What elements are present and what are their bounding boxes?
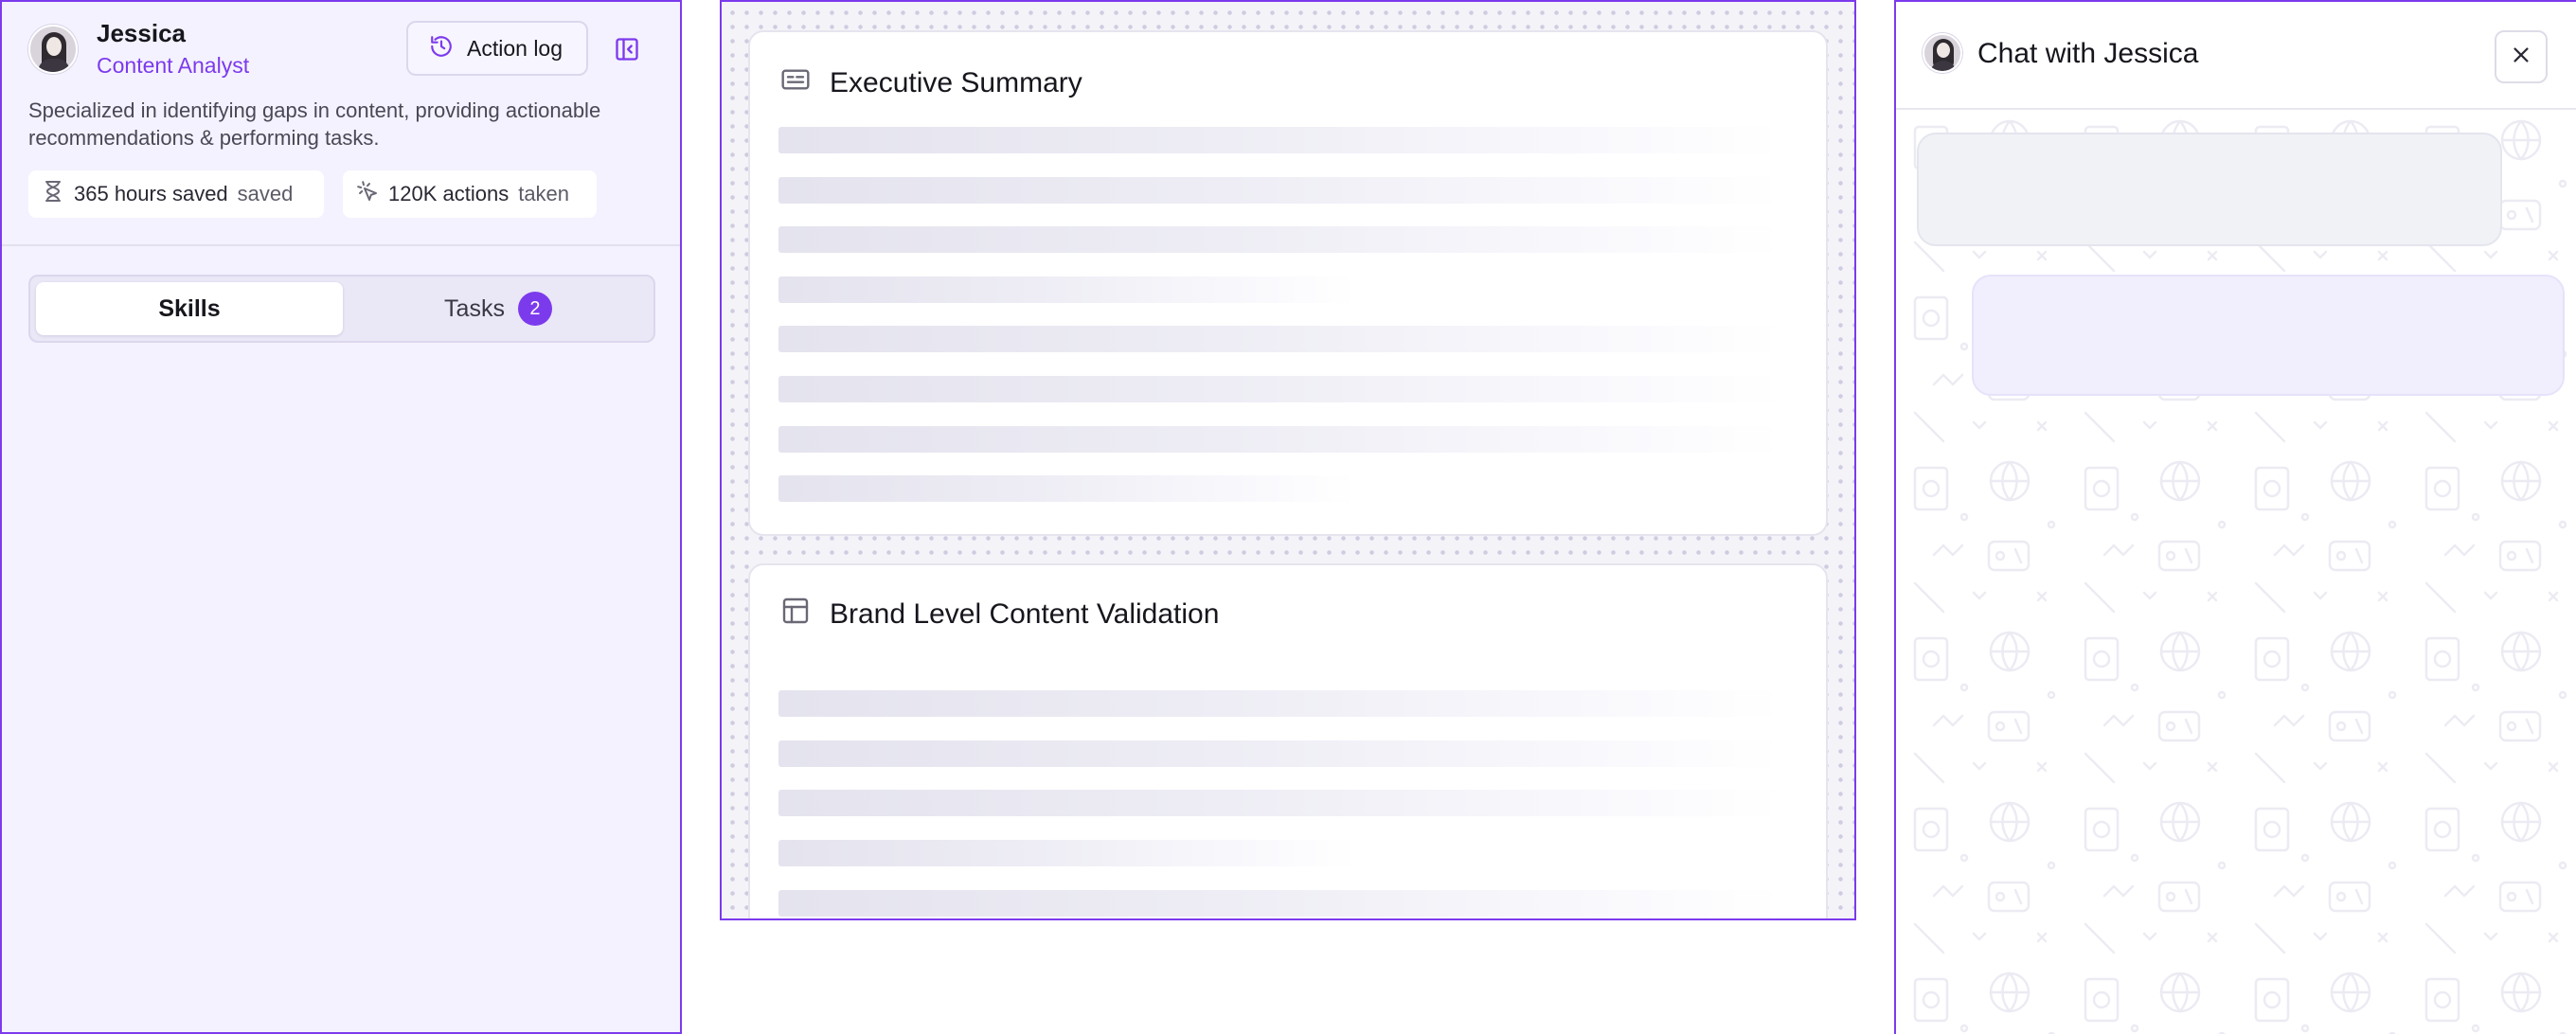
close-icon <box>2511 45 2531 70</box>
skeleton-line <box>778 890 1782 917</box>
skeleton-line <box>778 740 1782 767</box>
chat-panel: Chat with Jessica <box>1894 0 2576 1034</box>
stat-actions-taken: 120K actions taken <box>343 170 597 218</box>
stat-actions-value: 120K actions <box>388 182 510 205</box>
brand-validation-title: Brand Level Content Validation <box>830 598 1220 630</box>
stat-actions-suffix: taken <box>518 182 570 205</box>
skeleton-line <box>778 127 1782 153</box>
skeleton-line <box>778 326 1782 352</box>
chat-message-user <box>1972 275 2565 396</box>
tasks-count-badge: 2 <box>517 292 552 326</box>
tab-tasks-label: Tasks <box>444 294 505 322</box>
executive-summary-title: Executive Summary <box>830 67 1082 98</box>
skeleton-line <box>778 790 1782 816</box>
brand-validation-card: Brand Level Content Validation <box>748 563 1828 918</box>
summary-card-icon <box>780 64 811 102</box>
chat-header: Chat with Jessica <box>1896 2 2576 110</box>
history-icon <box>429 34 454 63</box>
report-canvas: Executive Summary Brand Level Content Va… <box>720 0 1856 920</box>
skeleton-line <box>778 426 1782 453</box>
agent-name: Jessica <box>97 19 186 47</box>
table-layout-icon <box>780 596 811 633</box>
skeleton-line <box>778 690 1782 717</box>
chat-message-agent <box>1917 133 2502 246</box>
chat-agent-avatar <box>1923 33 1962 73</box>
collapse-panel-icon[interactable] <box>614 36 640 62</box>
skeleton-line <box>778 177 1782 204</box>
hourglass-icon <box>42 180 64 208</box>
chat-title: Chat with Jessica <box>1977 38 2199 69</box>
executive-summary-card: Executive Summary <box>748 30 1828 536</box>
action-log-button[interactable]: Action log <box>406 21 588 76</box>
skeleton-line <box>778 226 1782 253</box>
click-icon <box>356 180 379 208</box>
stat-hours-saved: 365 hours saved saved <box>28 170 324 218</box>
close-chat-button[interactable] <box>2495 30 2548 83</box>
skeleton-line <box>778 376 1782 402</box>
chat-doodle-background <box>1896 110 2576 1034</box>
skeleton-line <box>778 276 1356 303</box>
agent-description: Specialized in identifying gaps in conte… <box>28 98 601 150</box>
skeleton-line <box>778 475 1356 502</box>
agent-panel: Jessica Content Analyst Action log Speci… <box>0 0 682 1034</box>
agent-role: Content Analyst <box>97 53 250 78</box>
agent-avatar <box>28 25 78 74</box>
tab-skills[interactable]: Skills <box>36 282 343 335</box>
stat-hours-value: 365 hours saved <box>74 182 228 205</box>
skeleton-line <box>778 840 1356 866</box>
stat-hours-suffix: saved <box>237 182 294 205</box>
tab-tasks[interactable]: Tasks 2 <box>347 282 650 335</box>
skills-tasks-tabs: Skills Tasks 2 <box>28 275 655 343</box>
agent-header: Jessica Content Analyst Action log Speci… <box>2 2 680 246</box>
action-log-label: Action log <box>467 35 564 61</box>
